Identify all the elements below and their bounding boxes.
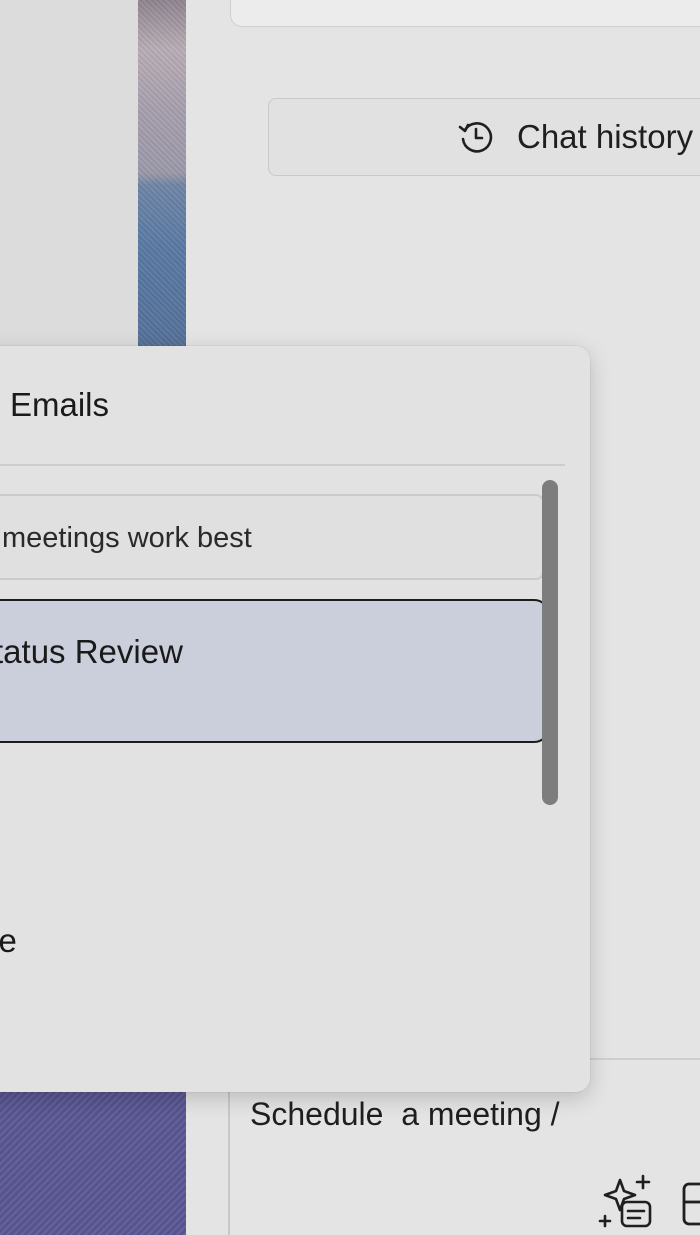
panel-divider (590, 1058, 700, 1060)
list-item-selected[interactable]: tatus Review (0, 599, 550, 743)
list-item[interactable]: ce (0, 922, 17, 960)
chat-history-button[interactable]: Chat history (268, 98, 700, 176)
list-item-label: tatus Review (0, 633, 183, 670)
top-card (230, 0, 700, 27)
history-icon (458, 122, 493, 153)
composer-border (228, 1092, 230, 1235)
chat-history-label: Chat history (517, 118, 694, 155)
list-item[interactable]: meetings work best (0, 494, 544, 580)
popup-header: Emails (10, 386, 110, 423)
screen: Chat history Schedule a meeting / Emails… (0, 0, 700, 1235)
popup-separator (0, 464, 565, 466)
list-item-label: meetings work best (2, 522, 252, 554)
composer-input[interactable]: Schedule a meeting / (250, 1096, 560, 1133)
sparkle-prompt-icon[interactable] (598, 1174, 654, 1230)
scrollbar-thumb[interactable] (542, 480, 558, 805)
desktop-wallpaper-bottom (0, 1092, 186, 1235)
layout-icon[interactable] (680, 1180, 700, 1226)
